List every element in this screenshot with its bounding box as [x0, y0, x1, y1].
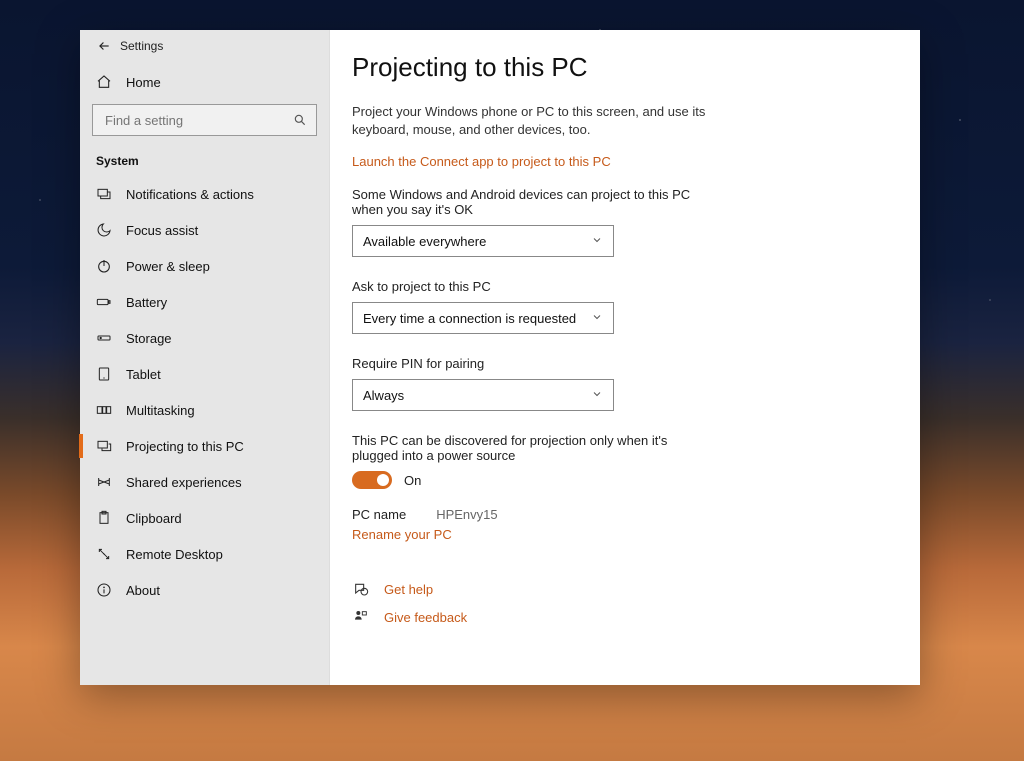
sidebar-item-focus-assist[interactable]: Focus assist — [80, 212, 329, 248]
search-icon — [292, 112, 308, 128]
discover-toggle-row: On — [352, 471, 920, 489]
require-pin-select[interactable]: Always — [352, 379, 614, 411]
help-icon — [352, 580, 370, 598]
sidebar-item-label: About — [126, 583, 160, 598]
sidebar-item-label: Battery — [126, 295, 167, 310]
sidebar-item-label: Remote Desktop — [126, 547, 223, 562]
power-icon — [96, 258, 112, 274]
pc-name-value: HPEnvy15 — [436, 507, 497, 522]
sidebar: Settings Home System Notificat — [80, 30, 330, 685]
battery-icon — [96, 294, 112, 310]
sidebar-item-label: Projecting to this PC — [126, 439, 244, 454]
sidebar-item-label: Clipboard — [126, 511, 182, 526]
sidebar-item-power-sleep[interactable]: Power & sleep — [80, 248, 329, 284]
notifications-icon — [96, 186, 112, 202]
settings-window: Settings Home System Notificat — [80, 30, 920, 685]
search-box[interactable] — [92, 104, 317, 136]
multitasking-icon — [96, 402, 112, 418]
sidebar-item-label: Storage — [126, 331, 172, 346]
remote-desktop-icon — [96, 546, 112, 562]
page-heading: Projecting to this PC — [352, 52, 920, 83]
search-container — [80, 104, 329, 148]
discover-toggle[interactable] — [352, 471, 392, 489]
ask-project-select[interactable]: Every time a connection is requested — [352, 302, 614, 334]
get-help-row: Get help — [352, 580, 920, 598]
chevron-down-icon — [591, 311, 603, 326]
tablet-icon — [96, 366, 112, 382]
availability-value: Available everywhere — [363, 234, 486, 249]
availability-select[interactable]: Available everywhere — [352, 225, 614, 257]
sidebar-item-label: Power & sleep — [126, 259, 210, 274]
content-pane: Projecting to this PC Project your Windo… — [330, 30, 920, 685]
sidebar-item-label: Multitasking — [126, 403, 195, 418]
shared-experiences-icon — [96, 474, 112, 490]
give-feedback-link[interactable]: Give feedback — [384, 610, 467, 625]
chevron-down-icon — [591, 388, 603, 403]
sidebar-category: System — [80, 148, 329, 176]
sidebar-item-clipboard[interactable]: Clipboard — [80, 500, 329, 536]
feedback-icon — [352, 608, 370, 626]
rename-pc-link[interactable]: Rename your PC — [352, 527, 452, 542]
sidebar-item-label: Notifications & actions — [126, 187, 254, 202]
discover-toggle-state: On — [404, 473, 421, 488]
search-input[interactable] — [101, 109, 292, 132]
desktop-wallpaper: Settings Home System Notificat — [0, 0, 1024, 761]
sidebar-item-label: Shared experiences — [126, 475, 242, 490]
storage-icon — [96, 330, 112, 346]
projecting-icon — [96, 438, 112, 454]
clipboard-icon — [96, 510, 112, 526]
sidebar-item-shared-experiences[interactable]: Shared experiences — [80, 464, 329, 500]
ask-project-value: Every time a connection is requested — [363, 311, 576, 326]
give-feedback-row: Give feedback — [352, 608, 920, 626]
pc-name-row: PC name HPEnvy15 — [352, 507, 920, 522]
discover-label: This PC can be discovered for projection… — [352, 433, 692, 463]
sidebar-item-label: Tablet — [126, 367, 161, 382]
back-button[interactable] — [88, 30, 120, 62]
intro-text: Project your Windows phone or PC to this… — [352, 103, 712, 139]
require-pin-label: Require PIN for pairing — [352, 356, 712, 371]
sidebar-item-battery[interactable]: Battery — [80, 284, 329, 320]
sidebar-item-projecting[interactable]: Projecting to this PC — [80, 428, 329, 464]
focus-assist-icon — [96, 222, 112, 238]
sidebar-item-tablet[interactable]: Tablet — [80, 356, 329, 392]
nav-home-label: Home — [126, 75, 161, 90]
pc-name-label: PC name — [352, 507, 406, 522]
sidebar-item-about[interactable]: About — [80, 572, 329, 608]
sidebar-item-multitasking[interactable]: Multitasking — [80, 392, 329, 428]
availability-label: Some Windows and Android devices can pro… — [352, 187, 712, 217]
nav-home[interactable]: Home — [80, 62, 329, 104]
sidebar-item-remote-desktop[interactable]: Remote Desktop — [80, 536, 329, 572]
chevron-down-icon — [591, 234, 603, 249]
sidebar-item-notifications[interactable]: Notifications & actions — [80, 176, 329, 212]
launch-connect-link[interactable]: Launch the Connect app to project to thi… — [352, 154, 611, 169]
get-help-link[interactable]: Get help — [384, 582, 433, 597]
window-title: Settings — [120, 39, 163, 53]
titlebar: Settings — [80, 30, 329, 62]
ask-project-label: Ask to project to this PC — [352, 279, 712, 294]
sidebar-item-label: Focus assist — [126, 223, 198, 238]
about-icon — [96, 582, 112, 598]
require-pin-value: Always — [363, 388, 404, 403]
sidebar-item-storage[interactable]: Storage — [80, 320, 329, 356]
home-icon — [96, 74, 112, 90]
